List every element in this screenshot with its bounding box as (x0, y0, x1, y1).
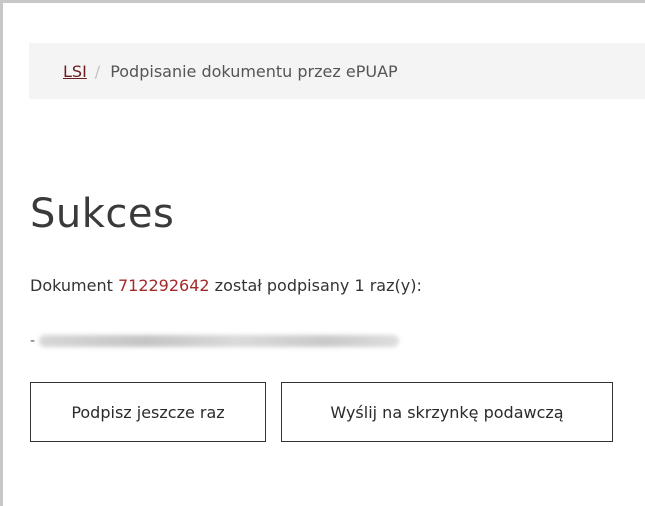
signer-entry: - (30, 333, 400, 349)
signer-bullet: - (30, 333, 36, 349)
page-title: Sukces (30, 191, 175, 237)
sign-status-text: Dokument 712292642 został podpisany 1 ra… (30, 276, 422, 295)
document-number: 712292642 (117, 276, 210, 295)
app-frame: LSI / Podpisanie dokumentu przez ePUAP S… (0, 0, 645, 506)
breadcrumb-current: Podpisanie dokumentu przez ePUAP (110, 61, 398, 81)
breadcrumb-link-lsi[interactable]: LSI (63, 62, 87, 81)
breadcrumb: LSI / Podpisanie dokumentu przez ePUAP (29, 43, 645, 99)
signer-redacted (39, 335, 400, 347)
status-suffix: został podpisany 1 raz(y): (209, 276, 422, 295)
send-to-inbox-button[interactable]: Wyślij na skrzynkę podawczą (281, 382, 613, 442)
status-prefix: Dokument (30, 276, 118, 295)
sign-again-button[interactable]: Podpisz jeszcze raz (30, 382, 266, 442)
breadcrumb-separator: / (94, 61, 101, 81)
